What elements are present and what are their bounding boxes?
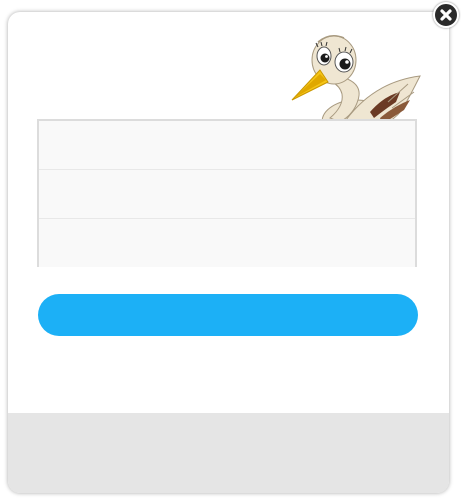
close-button[interactable] xyxy=(433,2,459,28)
email-field[interactable] xyxy=(39,169,415,218)
password-field[interactable] xyxy=(39,218,415,267)
dialog-footer xyxy=(8,413,449,493)
username-field[interactable] xyxy=(39,121,415,169)
login-form xyxy=(37,119,417,267)
submit-button[interactable] xyxy=(38,294,418,336)
close-icon xyxy=(440,9,452,21)
login-dialog xyxy=(8,12,449,493)
